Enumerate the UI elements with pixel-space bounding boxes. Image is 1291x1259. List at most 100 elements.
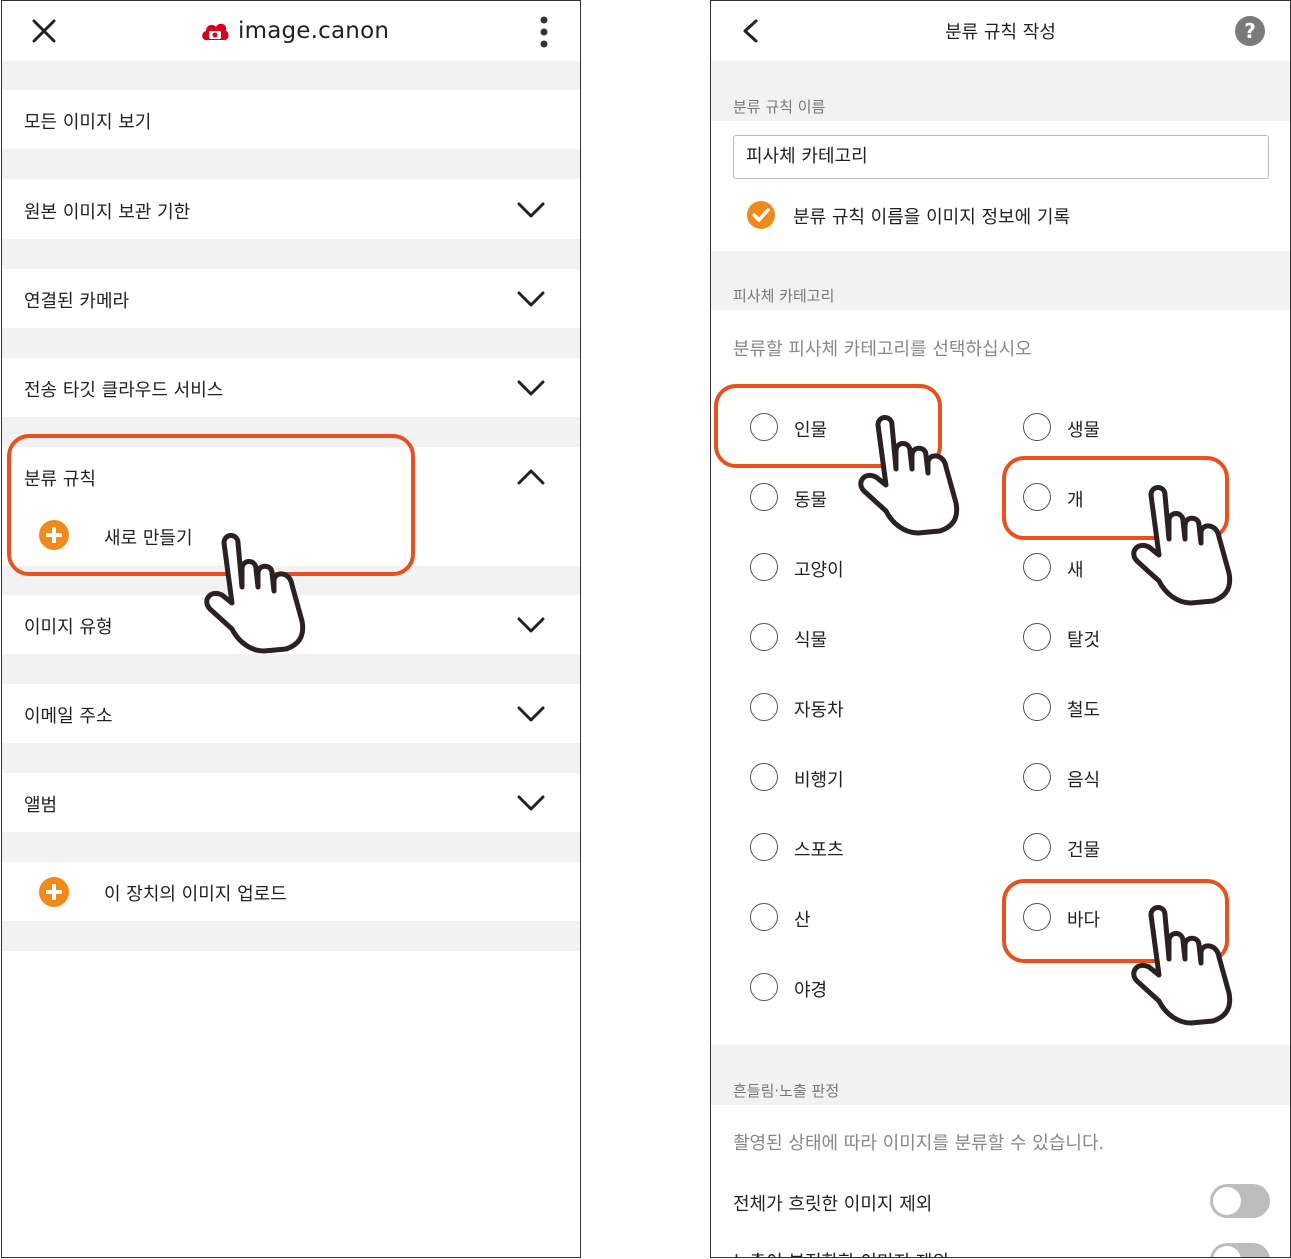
- pointing-hand-icon: [1131, 905, 1233, 1026]
- close-icon[interactable]: [32, 19, 56, 43]
- radio-button[interactable]: [750, 483, 778, 511]
- radio-button[interactable]: [1023, 693, 1051, 721]
- radio-label: 개: [1067, 490, 1084, 511]
- check-icon: [752, 208, 770, 222]
- radio-label: 철도: [1067, 700, 1101, 721]
- radio-label: 동물: [794, 490, 828, 511]
- radio-button[interactable]: [1023, 483, 1051, 511]
- radio-label: 산: [794, 910, 811, 931]
- menu-item-rules[interactable]: 분류 규칙 새로 만들기: [2, 447, 580, 566]
- menu-item-image-type[interactable]: 이미지 유형: [2, 595, 580, 654]
- menu-item-email[interactable]: 이메일 주소: [2, 684, 580, 743]
- radio-label: 야경: [794, 980, 828, 1001]
- radio-button[interactable]: [750, 903, 778, 931]
- radio-button[interactable]: [1023, 903, 1051, 931]
- radio-button[interactable]: [750, 623, 778, 651]
- divider: [2, 149, 580, 179]
- record-name-label: 분류 규칙 이름을 이미지 정보에 기록: [793, 207, 1071, 228]
- exclude-exposure-toggle[interactable]: [1210, 1243, 1270, 1257]
- radio-button[interactable]: [1023, 413, 1051, 441]
- section-label: 분류 규칙 이름: [733, 98, 826, 116]
- menu-item-label: 앨범: [24, 795, 58, 816]
- more-options-icon[interactable]: [538, 15, 550, 49]
- radio-label: 탈것: [1067, 630, 1101, 651]
- create-rule-screen: 분류 규칙 작성 ? 분류 규칙 이름 피사체 카테고리 분류 규칙 이름을 이…: [710, 0, 1291, 1258]
- radio-button[interactable]: [750, 763, 778, 791]
- divider: [2, 921, 580, 951]
- radio-button[interactable]: [1023, 763, 1051, 791]
- menu-item-retention[interactable]: 원본 이미지 보관 기한: [2, 179, 580, 239]
- top-bar: 분류 규칙 작성 ?: [711, 1, 1290, 61]
- exclude-blurry-toggle[interactable]: [1210, 1184, 1270, 1218]
- pointing-hand-icon: [1131, 485, 1233, 606]
- divider: [2, 566, 580, 595]
- radio-button[interactable]: [750, 833, 778, 861]
- radio-button[interactable]: [1023, 553, 1051, 581]
- chevron-down-icon: [517, 706, 545, 722]
- chevron-down-icon: [517, 291, 545, 307]
- menu-item-all-images[interactable]: 모든 이미지 보기: [2, 90, 580, 149]
- toggle-knob: [1213, 1246, 1241, 1257]
- radio-button[interactable]: [1023, 623, 1051, 651]
- top-bar: image.canon: [2, 1, 580, 61]
- radio-button[interactable]: [750, 973, 778, 1001]
- menu-screen: image.canon 모든 이미지 보기 원본 이미지 보관 기한 연결된 카…: [1, 0, 581, 1258]
- radio-label: 새: [1067, 560, 1084, 581]
- radio-button[interactable]: [750, 413, 778, 441]
- divider: [2, 239, 580, 269]
- record-name-checkbox[interactable]: [747, 201, 775, 229]
- plus-icon: [39, 877, 69, 907]
- upload-button[interactable]: 이 장치의 이미지 업로드: [2, 862, 580, 921]
- divider: [2, 61, 580, 90]
- radio-label: 스포츠: [794, 840, 844, 861]
- toggle-label: 전체가 흐릿한 이미지 제외: [733, 1194, 933, 1215]
- help-icon[interactable]: ?: [1235, 16, 1265, 46]
- menu-item-label: 원본 이미지 보관 기한: [24, 202, 191, 223]
- radio-button[interactable]: [750, 693, 778, 721]
- plus-icon: [39, 520, 69, 550]
- page-title: 분류 규칙 작성: [945, 22, 1056, 43]
- divider: [2, 417, 580, 447]
- menu-item-label: 분류 규칙: [24, 469, 96, 490]
- toggle-label: 노출이 부적합한 이미지 제외: [733, 1248, 949, 1257]
- radio-label: 생물: [1067, 420, 1101, 441]
- radio-label: 비행기: [794, 770, 844, 791]
- section-label: 흔들림·노출 판정: [733, 1082, 840, 1100]
- menu-item-label: 모든 이미지 보기: [24, 112, 152, 133]
- logo-text: image.canon: [238, 18, 390, 44]
- radio-button[interactable]: [1023, 833, 1051, 861]
- highlight-frame: [714, 384, 942, 468]
- menu-item-album[interactable]: 앨범: [2, 773, 580, 832]
- menu-item-label: 전송 타깃 클라우드 서비스: [24, 380, 224, 401]
- radio-label: 고양이: [794, 560, 844, 581]
- menu-item-label: 연결된 카메라: [24, 291, 130, 312]
- divider: [2, 743, 580, 773]
- section-header-name: 분류 규칙 이름: [711, 61, 1290, 121]
- chevron-down-icon: [517, 202, 545, 218]
- new-rule-button[interactable]: 새로 만들기: [104, 524, 193, 550]
- radio-button[interactable]: [750, 553, 778, 581]
- radio-label: 식물: [794, 630, 828, 651]
- menu-item-label: 이미지 유형: [24, 617, 113, 638]
- section-label: 피사체 카테고리: [733, 287, 835, 305]
- cloud-camera-icon: [202, 23, 229, 40]
- section-header-category: 피사체 카테고리: [711, 251, 1290, 310]
- radio-label: 자동차: [794, 700, 844, 721]
- blur-hint: 촬영된 상태에 따라 이미지를 분류할 수 있습니다.: [733, 1133, 1105, 1154]
- menu-item-label: 이메일 주소: [24, 706, 113, 727]
- menu-item-cameras[interactable]: 연결된 카메라: [2, 269, 580, 328]
- radio-label: 음식: [1067, 770, 1101, 791]
- rule-name-input[interactable]: 피사체 카테고리: [733, 135, 1269, 179]
- category-hint: 분류할 피사체 카테고리를 선택하십시오: [733, 339, 1032, 360]
- radio-label: 인물: [794, 420, 828, 441]
- divider: [2, 654, 580, 684]
- toggle-knob: [1213, 1187, 1241, 1215]
- chevron-down-icon: [517, 380, 545, 396]
- divider: [2, 328, 580, 358]
- radio-label: 건물: [1067, 840, 1101, 861]
- chevron-down-icon: [517, 795, 545, 811]
- radio-label: 바다: [1067, 910, 1101, 931]
- divider: [2, 832, 580, 862]
- menu-item-cloud[interactable]: 전송 타깃 클라우드 서비스: [2, 358, 580, 417]
- pointing-hand-icon: [858, 415, 960, 536]
